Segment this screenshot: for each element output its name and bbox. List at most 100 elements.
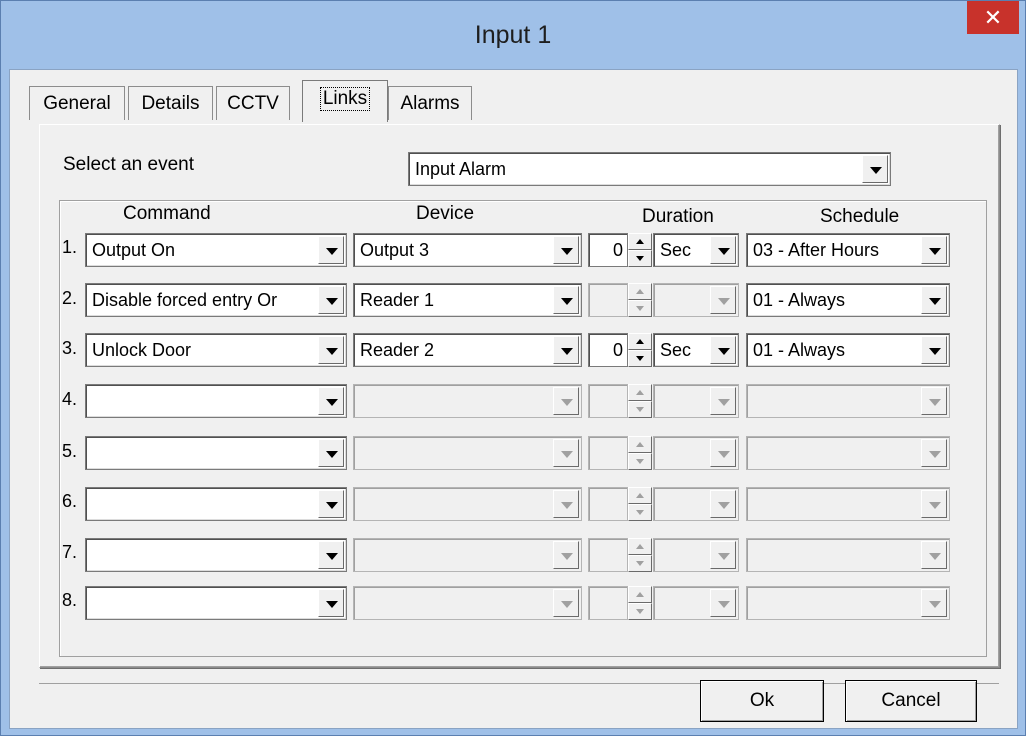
command-select[interactable]: Unlock Door bbox=[85, 333, 347, 367]
event-select[interactable]: Input Alarm bbox=[408, 152, 891, 186]
command-select[interactable] bbox=[85, 487, 347, 521]
device-select[interactable] bbox=[353, 538, 582, 572]
duration-input[interactable]: 0 bbox=[588, 233, 628, 267]
chevron-down-icon[interactable] bbox=[553, 490, 579, 518]
chevron-down-icon[interactable] bbox=[318, 336, 344, 364]
chevron-down-icon[interactable] bbox=[553, 541, 579, 569]
ok-button[interactable]: Ok bbox=[700, 680, 824, 722]
chevron-down-icon[interactable] bbox=[921, 387, 947, 415]
chevron-down-icon[interactable] bbox=[921, 286, 947, 314]
chevron-down-icon[interactable] bbox=[553, 387, 579, 415]
duration-spinner[interactable] bbox=[628, 586, 652, 620]
device-select[interactable] bbox=[353, 436, 582, 470]
unit-select[interactable]: Sec bbox=[653, 333, 739, 367]
tab-links[interactable]: Links bbox=[302, 80, 388, 122]
chevron-down-icon[interactable] bbox=[318, 490, 344, 518]
chevron-down-icon[interactable] bbox=[553, 336, 579, 364]
duration-spinner[interactable] bbox=[628, 487, 652, 521]
unit-select[interactable] bbox=[653, 283, 739, 317]
chevron-down-icon[interactable] bbox=[710, 541, 736, 569]
duration-spinner[interactable] bbox=[628, 436, 652, 470]
chevron-down-icon[interactable] bbox=[553, 439, 579, 467]
row-number: 4. bbox=[62, 389, 78, 409]
chevron-down-icon[interactable] bbox=[921, 589, 947, 617]
schedule-select[interactable]: 03 - After Hours bbox=[746, 233, 950, 267]
chevron-down-icon[interactable] bbox=[318, 589, 344, 617]
duration-spinner[interactable] bbox=[628, 538, 652, 572]
command-select[interactable]: Output On bbox=[85, 233, 347, 267]
duration-input[interactable] bbox=[588, 538, 628, 572]
device-select[interactable]: Reader 2 bbox=[353, 333, 582, 367]
chevron-down-icon[interactable] bbox=[921, 336, 947, 364]
device-select[interactable]: Output 3 bbox=[353, 233, 582, 267]
schedule-select[interactable] bbox=[746, 538, 950, 572]
duration-input[interactable] bbox=[588, 586, 628, 620]
unit-select[interactable]: Sec bbox=[653, 233, 739, 267]
command-select[interactable] bbox=[85, 436, 347, 470]
chevron-down-icon[interactable] bbox=[921, 439, 947, 467]
device-select[interactable] bbox=[353, 384, 582, 418]
command-select[interactable] bbox=[85, 538, 347, 572]
chevron-down-icon[interactable] bbox=[862, 155, 888, 183]
schedule-select[interactable] bbox=[746, 384, 950, 418]
duration-input[interactable] bbox=[588, 384, 628, 418]
chevron-down-icon[interactable] bbox=[710, 490, 736, 518]
chevron-down-icon[interactable] bbox=[921, 490, 947, 518]
chevron-down-icon[interactable] bbox=[318, 236, 344, 264]
row-number: 5. bbox=[62, 441, 78, 461]
schedule-select[interactable] bbox=[746, 436, 950, 470]
chevron-down-icon[interactable] bbox=[553, 236, 579, 264]
tab-alarms[interactable]: Alarms bbox=[388, 86, 472, 120]
tab-cctv[interactable]: CCTV bbox=[216, 86, 290, 120]
row-number: 2. bbox=[62, 288, 78, 308]
schedule-select[interactable]: 01 - Always bbox=[746, 283, 950, 317]
chevron-down-icon[interactable] bbox=[710, 336, 736, 364]
chevron-down-icon[interactable] bbox=[710, 236, 736, 264]
duration-spinner[interactable] bbox=[628, 384, 652, 418]
command-select[interactable]: Disable forced entry Or bbox=[85, 283, 347, 317]
chevron-down-icon[interactable] bbox=[318, 541, 344, 569]
duration-spinner[interactable] bbox=[628, 283, 652, 317]
close-icon[interactable]: ✕ bbox=[967, 1, 1019, 34]
unit-select[interactable] bbox=[653, 384, 739, 418]
row-number: 8. bbox=[62, 590, 78, 610]
chevron-down-icon[interactable] bbox=[318, 439, 344, 467]
duration-input[interactable] bbox=[588, 487, 628, 521]
chevron-down-icon[interactable] bbox=[553, 286, 579, 314]
device-select[interactable] bbox=[353, 586, 582, 620]
command-select[interactable] bbox=[85, 384, 347, 418]
chevron-down-icon[interactable] bbox=[318, 286, 344, 314]
chevron-down-icon[interactable] bbox=[318, 387, 344, 415]
duration-input[interactable]: 0 bbox=[588, 333, 628, 367]
chevron-down-icon[interactable] bbox=[921, 541, 947, 569]
chevron-down-icon[interactable] bbox=[710, 286, 736, 314]
unit-select[interactable] bbox=[653, 487, 739, 521]
title-bar: Input 1 ✕ bbox=[1, 1, 1025, 77]
device-select[interactable]: Reader 1 bbox=[353, 283, 582, 317]
command-select[interactable] bbox=[85, 586, 347, 620]
chevron-down-icon[interactable] bbox=[710, 589, 736, 617]
cancel-button[interactable]: Cancel bbox=[845, 680, 977, 722]
header-device: Device bbox=[416, 203, 475, 224]
tab-details[interactable]: Details bbox=[128, 86, 213, 120]
event-value: Input Alarm bbox=[415, 159, 507, 179]
duration-input[interactable] bbox=[588, 283, 628, 317]
unit-select[interactable] bbox=[653, 586, 739, 620]
chevron-down-icon[interactable] bbox=[710, 439, 736, 467]
duration-spinner[interactable] bbox=[628, 333, 652, 367]
row-number: 3. bbox=[62, 338, 78, 358]
header-duration: Duration bbox=[642, 206, 714, 227]
row-number: 6. bbox=[62, 491, 78, 511]
chevron-down-icon[interactable] bbox=[553, 589, 579, 617]
duration-spinner[interactable] bbox=[628, 233, 652, 267]
device-select[interactable] bbox=[353, 487, 582, 521]
chevron-down-icon[interactable] bbox=[710, 387, 736, 415]
unit-select[interactable] bbox=[653, 538, 739, 572]
schedule-select[interactable] bbox=[746, 586, 950, 620]
tab-general[interactable]: General bbox=[29, 86, 125, 120]
chevron-down-icon[interactable] bbox=[921, 236, 947, 264]
duration-input[interactable] bbox=[588, 436, 628, 470]
schedule-select[interactable] bbox=[746, 487, 950, 521]
unit-select[interactable] bbox=[653, 436, 739, 470]
schedule-select[interactable]: 01 - Always bbox=[746, 333, 950, 367]
